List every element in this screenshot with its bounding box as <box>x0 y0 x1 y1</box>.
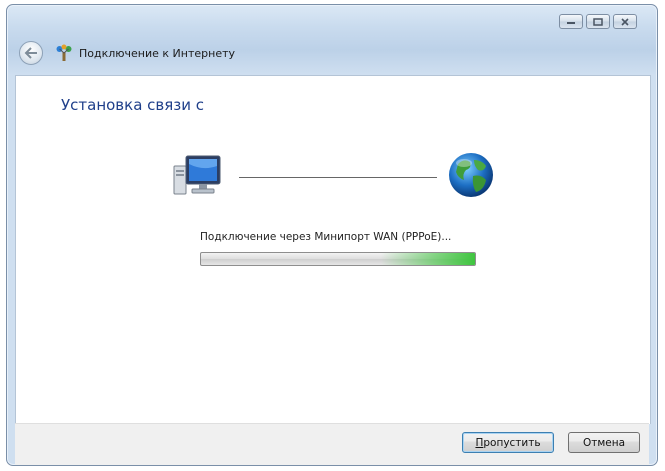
title-bar: Подключение к Интернету <box>19 39 235 67</box>
maximize-button[interactable] <box>586 14 610 29</box>
redacted-connection-name <box>210 98 299 113</box>
computer-icon <box>173 155 221 195</box>
globe-icon <box>449 153 493 197</box>
content-area: Установка связи с Подключение через Мини… <box>15 75 651 424</box>
cancel-button[interactable]: Отмена <box>568 432 640 453</box>
heading-text: Установка связи с <box>61 96 205 114</box>
progress-marquee <box>381 253 475 265</box>
connection-progress-bar <box>200 252 476 266</box>
minimize-icon <box>567 21 575 24</box>
connection-status-text: Подключение через Минипорт WAN (PPPoE)..… <box>200 231 452 243</box>
page-heading: Установка связи с <box>61 96 299 114</box>
close-icon <box>621 17 629 26</box>
dialog-window: Подключение к Интернету Установка связи … <box>6 4 658 466</box>
back-button[interactable] <box>19 41 43 65</box>
window-title: Подключение к Интернету <box>79 46 236 60</box>
button-bar: Пропустить Отмена <box>15 423 649 465</box>
caption-buttons <box>559 14 637 29</box>
back-arrow-icon <box>24 47 37 59</box>
minimize-button[interactable] <box>559 14 583 29</box>
skip-button[interactable]: Пропустить <box>462 432 554 453</box>
close-button[interactable] <box>613 14 637 29</box>
network-icon <box>56 44 72 61</box>
skip-button-label: ропустить <box>483 436 541 449</box>
maximize-icon <box>593 17 603 26</box>
skip-button-accesskey: П <box>475 436 484 449</box>
connection-line <box>239 177 437 178</box>
